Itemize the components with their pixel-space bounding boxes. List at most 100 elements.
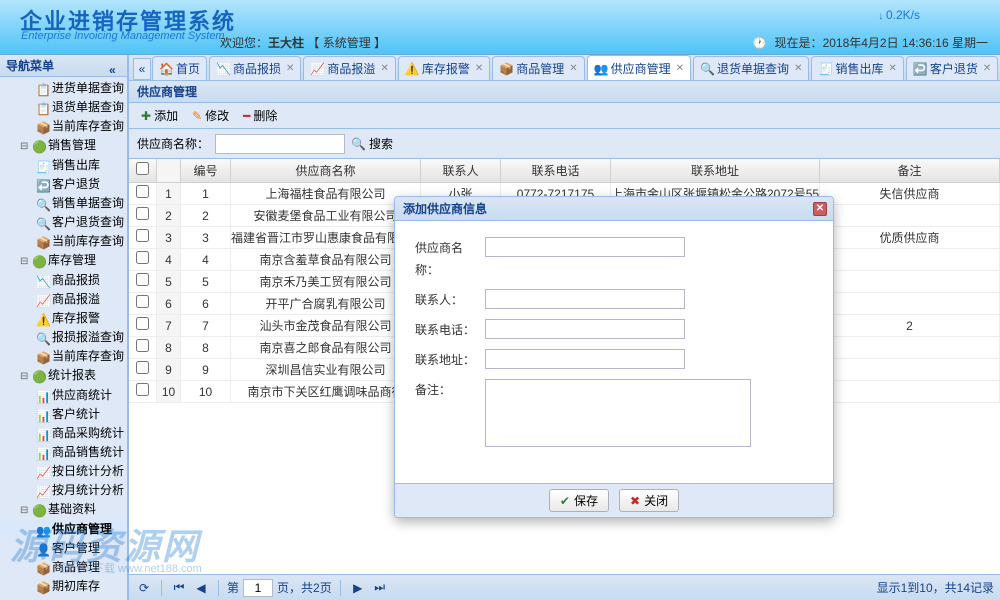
nav-item[interactable]: 📦期初库存 xyxy=(0,577,127,596)
tab[interactable]: 📉商品报损✕ xyxy=(209,56,301,80)
tab-close-icon[interactable]: ✕ xyxy=(380,63,388,74)
cell-remark: 优质供应商 xyxy=(820,227,1000,248)
nav-item[interactable]: 📋进货单据查询 xyxy=(0,79,127,98)
nav-item[interactable]: 📈按日统计分析 xyxy=(0,462,127,481)
tree-toggle-icon[interactable]: ⊟ xyxy=(20,138,30,155)
tab[interactable]: 🏠首页 xyxy=(152,56,207,80)
nav-item[interactable]: 🔍客户退货查询 xyxy=(0,213,127,232)
tree-toggle-icon[interactable]: ⊟ xyxy=(20,253,30,270)
header-name[interactable]: 供应商名称 xyxy=(231,159,421,182)
header-id[interactable]: 编号 xyxy=(181,159,231,182)
nav-item[interactable]: 📉商品报损 xyxy=(0,271,127,290)
pager-prev-icon[interactable]: ◀ xyxy=(192,579,210,597)
tab[interactable]: 🔍退货单据查询✕ xyxy=(693,56,809,80)
tab[interactable]: 📈商品报溢✕ xyxy=(303,56,395,80)
pager: ⟳ ⏮ ◀ 第 页，共2页 ▶ ⏭ 显示1到10，共14记录 xyxy=(129,574,1000,600)
tab-strip: « 🏠首页📉商品报损✕📈商品报溢✕⚠️库存报警✕📦商品管理✕👥供应商管理✕🔍退货… xyxy=(129,55,1000,81)
row-checkbox[interactable] xyxy=(136,361,149,374)
nav-item[interactable]: 📊商品销售统计 xyxy=(0,443,127,462)
nav-item[interactable]: 📊商品采购统计 xyxy=(0,424,127,443)
nav-item[interactable]: 🔍报损报溢查询 xyxy=(0,328,127,347)
tree-toggle-icon[interactable]: ⊟ xyxy=(20,368,30,385)
nav-item-icon: 📊 xyxy=(36,446,50,460)
header-addr[interactable]: 联系地址 xyxy=(611,159,820,182)
nav-item[interactable]: 🧾销售出库 xyxy=(0,156,127,175)
nav-item[interactable]: 📦当前库存查询 xyxy=(0,117,127,136)
tab[interactable]: ↩️客户退货✕ xyxy=(906,56,998,80)
nav-item-icon: 📊 xyxy=(36,408,50,422)
row-checkbox[interactable] xyxy=(136,273,149,286)
nav-item[interactable]: ⊟🟢基础资料 xyxy=(0,500,127,520)
contact-input[interactable] xyxy=(485,289,685,309)
phone-input[interactable] xyxy=(485,319,685,339)
header-phone[interactable]: 联系电话 xyxy=(501,159,611,182)
pager-last-icon[interactable]: ⏭ xyxy=(371,579,389,597)
address-input[interactable] xyxy=(485,349,685,369)
edit-button[interactable]: ✎修改 xyxy=(186,105,235,126)
nav-item-label: 当前库存查询 xyxy=(52,119,124,133)
tab-close-icon[interactable]: ✕ xyxy=(569,63,577,74)
tab-close-icon[interactable]: ✕ xyxy=(794,63,802,74)
nav-item[interactable]: 👥供应商管理 xyxy=(0,520,127,539)
save-button[interactable]: ✔保存 xyxy=(549,489,609,512)
row-checkbox[interactable] xyxy=(136,295,149,308)
pager-page-input[interactable] xyxy=(243,579,273,597)
search-button[interactable]: 🔍搜索 xyxy=(351,135,393,152)
row-checkbox[interactable] xyxy=(136,383,149,396)
row-checkbox[interactable] xyxy=(136,185,149,198)
grid-header-row: 编号 供应商名称 联系人 联系电话 联系地址 备注 xyxy=(129,159,1000,183)
cell-remark xyxy=(820,381,1000,402)
header-contact[interactable]: 联系人 xyxy=(421,159,501,182)
nav-item[interactable]: 📦当前库存查询 xyxy=(0,347,127,366)
nav-item[interactable]: ⊟🟢系统管理 xyxy=(0,596,127,597)
tab[interactable]: 📦商品管理✕ xyxy=(492,56,584,80)
pager-next-icon[interactable]: ▶ xyxy=(349,579,367,597)
nav-item[interactable]: 📈商品报溢 xyxy=(0,290,127,309)
tab-close-icon[interactable]: ✕ xyxy=(475,63,483,74)
nav-item[interactable]: 📊供应商统计 xyxy=(0,386,127,405)
nav-item[interactable]: ⊟🟢销售管理 xyxy=(0,136,127,156)
nav-item[interactable]: ⊟🟢统计报表 xyxy=(0,366,127,386)
row-checkbox[interactable] xyxy=(136,339,149,352)
tab-scroll-left-icon[interactable]: « xyxy=(133,58,151,80)
tab-close-icon[interactable]: ✕ xyxy=(676,63,684,74)
row-checkbox[interactable] xyxy=(136,317,149,330)
tab[interactable]: 👥供应商管理✕ xyxy=(587,55,691,80)
nav-item[interactable]: ⚠️库存报警 xyxy=(0,309,127,328)
delete-button[interactable]: ━删除 xyxy=(237,105,283,126)
dialog-close-icon[interactable]: ✕ xyxy=(813,202,827,216)
nav-item[interactable]: 📈按月统计分析 xyxy=(0,481,127,500)
nav-item[interactable]: 📊客户统计 xyxy=(0,405,127,424)
nav-item[interactable]: 🔍销售单据查询 xyxy=(0,194,127,213)
nav-item[interactable]: 👤客户管理 xyxy=(0,539,127,558)
sidebar-collapse-icon[interactable]: « xyxy=(109,59,123,73)
tab-close-icon[interactable]: ✕ xyxy=(888,63,896,74)
add-button[interactable]: ✚添加 xyxy=(135,105,184,126)
nav-item[interactable]: ↩️客户退货 xyxy=(0,175,127,194)
dialog-title[interactable]: 添加供应商信息 ✕ xyxy=(395,197,833,221)
tree-toggle-icon[interactable]: ⊟ xyxy=(20,502,30,519)
select-all-checkbox[interactable] xyxy=(136,162,149,175)
plus-icon: ✚ xyxy=(141,109,151,123)
pager-first-icon[interactable]: ⏮ xyxy=(170,579,188,597)
pager-refresh-icon[interactable]: ⟳ xyxy=(135,579,153,597)
tab[interactable]: ⚠️库存报警✕ xyxy=(398,56,490,80)
row-checkbox[interactable] xyxy=(136,251,149,264)
row-checkbox[interactable] xyxy=(136,207,149,220)
nav-item-icon: 🟢 xyxy=(32,254,46,268)
remark-textarea[interactable] xyxy=(485,379,751,447)
tab[interactable]: 🧾销售出库✕ xyxy=(811,56,903,80)
tab-icon: 🧾 xyxy=(818,62,832,76)
search-input[interactable] xyxy=(215,134,345,154)
header-remark[interactable]: 备注 xyxy=(820,159,1000,182)
nav-item[interactable]: 📋退货单据查询 xyxy=(0,98,127,117)
nav-item[interactable]: ⊟🟢库存管理 xyxy=(0,251,127,271)
supplier-name-input[interactable] xyxy=(485,237,685,257)
tab-close-icon[interactable]: ✕ xyxy=(983,63,991,74)
clock-text: 现在是：2018年4月2日 14:36:16 星期一 xyxy=(752,34,988,51)
row-checkbox[interactable] xyxy=(136,229,149,242)
nav-item[interactable]: 📦商品管理 xyxy=(0,558,127,577)
tab-close-icon[interactable]: ✕ xyxy=(286,63,294,74)
close-button[interactable]: ✖关闭 xyxy=(619,489,679,512)
nav-item[interactable]: 📦当前库存查询 xyxy=(0,232,127,251)
